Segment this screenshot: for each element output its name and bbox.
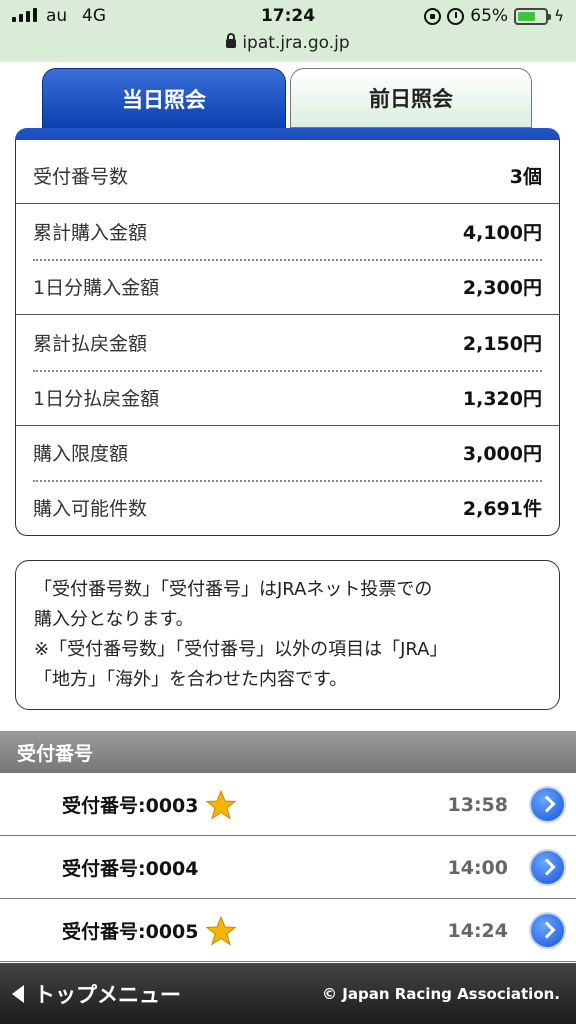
footer-bar: トップメニュー © Japan Racing Association. — [0, 963, 576, 1024]
receipt-time: 14:24 — [447, 919, 508, 942]
receipt-time: 14:00 — [447, 856, 508, 879]
tab-previous-day[interactable]: 前日照会 — [290, 68, 532, 128]
receipt-item[interactable]: 受付番号:0004 14:00 — [0, 836, 576, 899]
row-value: 3個 — [509, 166, 542, 188]
notice-line: ※「受付番号数」「受付番号」以外の項目は「JRA」 — [34, 639, 448, 660]
row-label: 購入可能件数 — [33, 498, 148, 520]
notice-line: 「地方」「海外」を合わせた内容です。 — [34, 669, 348, 690]
top-menu-label: トップメニュー — [34, 982, 181, 1007]
summary-row: 購入可能件数 2,691件 — [16, 480, 559, 535]
row-label: 1日分購入金額 — [33, 277, 160, 299]
charging-icon: ϟ — [554, 7, 564, 25]
receipt-item[interactable]: 受付番号:0003 13:58 — [0, 773, 576, 836]
summary-row: 累計購入金額 4,100円 — [16, 204, 559, 259]
summary-row: 1日分払戻金額 1,320円 — [16, 370, 559, 425]
lock-icon — [226, 33, 237, 48]
top-menu-link[interactable]: トップメニュー — [12, 963, 181, 1024]
summary-row: 購入限度額 3,000円 — [16, 425, 559, 480]
receipt-number: 受付番号:0004 — [62, 858, 199, 880]
row-label: 累計払戻金額 — [33, 333, 148, 355]
summary-card: 受付番号数 3個 累計購入金額 4,100円 1日分購入金額 2,300円 累計… — [15, 140, 560, 536]
row-label: 受付番号数 — [33, 166, 129, 188]
row-label: 1日分払戻金額 — [33, 388, 160, 410]
row-value: 1,320円 — [462, 388, 542, 410]
summary-row: 1日分購入金額 2,300円 — [16, 259, 559, 314]
notice-line: 「受付番号数」「受付番号」はJRAネット投票での — [34, 579, 433, 600]
notice-box: 「受付番号数」「受付番号」はJRAネット投票での 購入分となります。 ※「受付番… — [15, 560, 560, 710]
row-label: 購入限度額 — [33, 443, 129, 465]
receipt-time: 13:58 — [447, 793, 508, 816]
copyright: © Japan Racing Association. — [322, 984, 560, 1003]
battery-percent: 65% — [470, 6, 509, 26]
tab-today[interactable]: 当日照会 — [42, 68, 286, 130]
url-text: ipat.jra.go.jp — [242, 33, 350, 53]
row-value: 2,300円 — [462, 277, 542, 299]
url-bar[interactable]: ipat.jra.go.jp — [0, 33, 576, 53]
row-label: 累計購入金額 — [33, 222, 148, 244]
receipt-number-wrap: 受付番号:0003 — [62, 773, 237, 836]
back-arrow-icon — [12, 984, 24, 1003]
receipt-number: 受付番号:0005 — [62, 921, 199, 943]
receipt-number: 受付番号:0003 — [62, 795, 199, 817]
receipt-item[interactable]: 受付番号:0005 14:24 — [0, 899, 576, 962]
receipts-section-header: 受付番号 — [0, 731, 576, 773]
chevron-right-icon[interactable] — [531, 914, 564, 947]
status-bar: au 4G 17:24 65% ϟ ipat.jra.go.jp — [0, 0, 576, 62]
row-value: 2,691件 — [462, 498, 542, 520]
receipt-list: 受付番号:0003 13:58 受付番号:0004 14:00 受付番号:000… — [0, 773, 576, 962]
star-icon — [206, 915, 237, 946]
notice-line: 購入分となります。 — [34, 609, 194, 630]
row-value: 2,150円 — [462, 333, 542, 355]
receipt-number-wrap: 受付番号:0005 — [62, 899, 237, 962]
row-value: 4,100円 — [462, 222, 542, 244]
row-value: 3,000円 — [462, 443, 542, 465]
receipt-number-wrap: 受付番号:0004 — [62, 836, 198, 899]
star-icon — [206, 789, 237, 820]
rotation-lock-icon — [424, 7, 442, 25]
alarm-icon — [447, 7, 465, 25]
summary-row: 累計払戻金額 2,150円 — [16, 315, 559, 370]
chevron-right-icon[interactable] — [531, 788, 564, 821]
chevron-right-icon[interactable] — [531, 851, 564, 884]
tab-bar: 当日照会 前日照会 — [14, 68, 560, 130]
summary-row: 受付番号数 3個 — [16, 148, 559, 203]
battery-icon — [514, 7, 552, 25]
